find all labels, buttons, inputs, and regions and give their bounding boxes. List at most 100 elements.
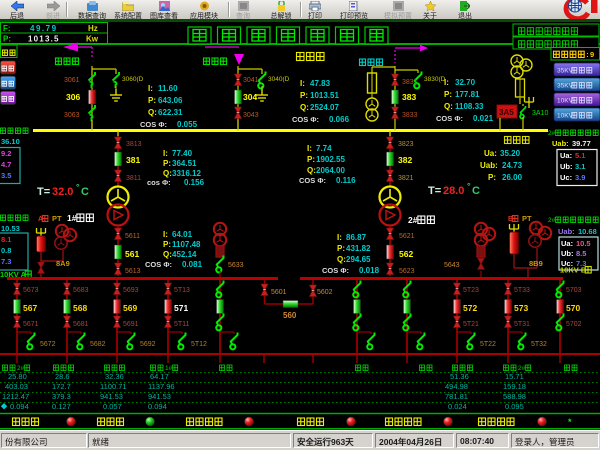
svg-text:2#: 2# — [518, 365, 526, 372]
svg-text:941.53: 941.53 — [100, 392, 123, 401]
svg-text:Uab:: Uab: — [552, 139, 569, 148]
svg-text:562: 562 — [399, 249, 413, 259]
svg-text:64.01: 64.01 — [172, 230, 193, 239]
svg-text:Q:: Q: — [337, 255, 346, 264]
svg-text:Q:: Q: — [148, 108, 157, 117]
svg-text:10KV B: 10KV B — [560, 266, 587, 275]
svg-text:1902.55: 1902.55 — [316, 155, 345, 164]
svg-text:3060(D: 3060(D — [122, 76, 144, 83]
svg-text:5682: 5682 — [90, 341, 106, 348]
svg-text:5683: 5683 — [73, 287, 89, 294]
svg-text:C: C — [81, 186, 89, 198]
svg-text:COS Φ:: COS Φ: — [436, 114, 463, 123]
svg-text:T=: T= — [37, 186, 50, 198]
svg-text:643.06: 643.06 — [158, 96, 183, 105]
svg-text:I:: I: — [163, 230, 168, 239]
svg-text:P:: P: — [444, 90, 452, 99]
svg-text:I:: I: — [337, 233, 342, 242]
svg-text:294.65: 294.65 — [346, 255, 371, 264]
svg-text:379.3: 379.3 — [52, 392, 71, 401]
svg-text:Q:: Q: — [163, 169, 172, 178]
svg-text:I:: I: — [300, 79, 305, 88]
svg-text:3821: 3821 — [398, 175, 414, 182]
svg-text:1013.51: 1013.51 — [310, 91, 339, 100]
svg-text::: : — [586, 50, 588, 59]
svg-text:3830(D: 3830(D — [424, 76, 446, 83]
svg-text:1#: 1# — [67, 213, 77, 223]
svg-text:25.80: 25.80 — [8, 372, 27, 381]
svg-text:4.7: 4.7 — [1, 160, 11, 169]
svg-text:0.021: 0.021 — [473, 114, 494, 123]
svg-text:COS Φ:: COS Φ: — [145, 260, 172, 269]
svg-text:24.73: 24.73 — [502, 161, 523, 170]
svg-text:64.17: 64.17 — [150, 372, 169, 381]
svg-text:8B9: 8B9 — [529, 259, 543, 268]
svg-text:5T32: 5T32 — [531, 341, 547, 348]
svg-text:COS Φ:: COS Φ: — [292, 115, 319, 124]
svg-text:3041: 3041 — [243, 77, 259, 84]
svg-text:3316.12: 3316.12 — [172, 169, 201, 178]
svg-text:381: 381 — [126, 155, 140, 165]
svg-text:0.057: 0.057 — [103, 402, 122, 411]
svg-text:0.055: 0.055 — [177, 120, 198, 129]
svg-text:35KV: 35KV — [557, 83, 574, 90]
svg-text:1100.71: 1100.71 — [100, 382, 127, 391]
svg-text:Ua:: Ua: — [561, 239, 573, 248]
svg-text:10KV: 10KV — [557, 98, 574, 105]
svg-text:C: C — [472, 185, 480, 197]
svg-text:2064.00: 2064.00 — [316, 166, 345, 175]
svg-text:5T22: 5T22 — [480, 341, 496, 348]
svg-text:35KV: 35KV — [557, 68, 574, 75]
svg-text:5T12: 5T12 — [191, 341, 207, 348]
svg-text:T=: T= — [428, 185, 441, 197]
svg-text:Q:: Q: — [163, 250, 172, 259]
svg-text:I:: I: — [163, 149, 168, 158]
svg-text:2#: 2# — [17, 365, 25, 372]
svg-text:Q:: Q: — [300, 103, 309, 112]
svg-text:5672: 5672 — [40, 341, 56, 348]
svg-text:COS Φ:: COS Φ: — [299, 176, 326, 185]
svg-text:5T23: 5T23 — [463, 287, 479, 294]
svg-text:304: 304 — [243, 92, 257, 102]
svg-text:51.36: 51.36 — [450, 372, 469, 381]
svg-text:3823: 3823 — [398, 141, 414, 148]
svg-text:5703: 5703 — [566, 287, 582, 294]
svg-text:°: ° — [467, 181, 471, 191]
svg-text:Hz: Hz — [88, 24, 98, 33]
svg-text:1013.5: 1013.5 — [28, 35, 60, 44]
svg-text:306: 306 — [66, 92, 80, 102]
svg-text:47.83: 47.83 — [310, 79, 331, 88]
svg-text:P:: P: — [488, 173, 496, 182]
svg-text:8.1: 8.1 — [1, 235, 11, 244]
svg-text:*: * — [568, 417, 572, 427]
svg-text:P:: P: — [300, 91, 308, 100]
svg-text:5611: 5611 — [125, 233, 140, 240]
svg-text:P:: P: — [3, 35, 11, 44]
svg-text:0.8: 0.8 — [1, 246, 11, 255]
svg-text:1107.48: 1107.48 — [172, 240, 201, 249]
svg-text:8.5: 8.5 — [576, 249, 586, 258]
svg-text:32.36: 32.36 — [105, 372, 124, 381]
svg-text:0.094: 0.094 — [10, 402, 29, 411]
svg-text:5621: 5621 — [399, 233, 415, 240]
svg-text:Uc:: Uc: — [560, 173, 572, 182]
svg-text:Ua:: Ua: — [560, 151, 572, 160]
svg-text:572: 572 — [463, 303, 477, 313]
svg-text:35.20: 35.20 — [500, 149, 521, 158]
svg-text:5602: 5602 — [317, 289, 333, 296]
svg-text:568: 568 — [73, 303, 87, 313]
svg-text:0.094: 0.094 — [148, 402, 167, 411]
svg-text:10KV: 10KV — [557, 113, 574, 120]
svg-text:9: 9 — [590, 50, 594, 59]
svg-text:3.1: 3.1 — [575, 162, 585, 171]
svg-text:Q:: Q: — [444, 102, 453, 111]
svg-text:36.10: 36.10 — [1, 137, 20, 146]
svg-text:3063: 3063 — [64, 112, 80, 119]
svg-text:3.5: 3.5 — [1, 171, 11, 180]
svg-text:7.3: 7.3 — [1, 257, 11, 266]
svg-text:5T31: 5T31 — [514, 321, 530, 328]
svg-text:5681: 5681 — [73, 321, 89, 328]
svg-text:10.68: 10.68 — [578, 227, 597, 236]
svg-text:781.81: 781.81 — [445, 392, 468, 401]
svg-text:8A9: 8A9 — [56, 259, 70, 268]
